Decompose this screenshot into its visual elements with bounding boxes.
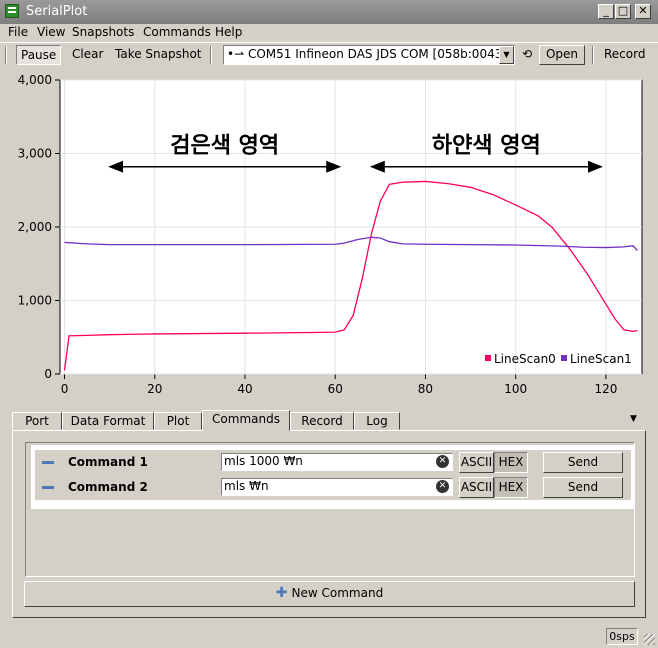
legend-label: LineScan1 xyxy=(570,352,632,366)
new-command-button[interactable]: ✚ New Command xyxy=(24,581,635,607)
record-button[interactable]: Record xyxy=(600,45,649,65)
plus-icon: ✚ xyxy=(275,585,288,601)
resize-grip-icon[interactable] xyxy=(644,634,655,645)
legend-swatch xyxy=(485,355,491,361)
port-value: COM51 Infineon DAS JDS COM [058b:0043] xyxy=(247,47,508,61)
menu-snapshots[interactable]: Snapshots xyxy=(72,25,134,39)
clear-icon[interactable]: ✕ xyxy=(436,480,449,493)
command-input-value: mls ₩n xyxy=(224,479,269,493)
tab-log[interactable]: Log xyxy=(354,412,400,430)
chart-svg: 0 20 40 60 80 100 120 0 1,000 2,000 3,000 4,000 검은색 … xyxy=(18,73,643,396)
command-input-value: mls 1000 ₩n xyxy=(224,454,303,468)
minimize-button[interactable]: _ xyxy=(598,4,614,19)
legend-swatch xyxy=(561,355,567,361)
clear-button[interactable]: Clear xyxy=(68,45,107,65)
take-snapshot-button[interactable]: Take Snapshot xyxy=(111,45,206,65)
tab-commands[interactable]: Commands xyxy=(202,410,290,431)
port-select[interactable]: •⇀ COM51 Infineon DAS JDS COM [058b:0043… xyxy=(223,45,515,65)
x-tick-label: 40 xyxy=(237,382,252,396)
command-input[interactable]: mls 1000 ₩n ✕ xyxy=(221,453,453,471)
menu-help[interactable]: Help xyxy=(215,25,242,39)
y-tick-label: 1,000 xyxy=(18,294,52,308)
maximize-button[interactable]: □ xyxy=(615,4,631,19)
tab-record[interactable]: Record xyxy=(290,412,354,430)
sample-rate: 0sps xyxy=(606,628,638,645)
window-title: SerialPlot xyxy=(26,4,88,19)
x-tick-label: 80 xyxy=(418,382,433,396)
toolbar-grip xyxy=(5,46,7,64)
y-tick-label: 3,000 xyxy=(18,147,52,161)
x-tick-label: 0 xyxy=(61,382,69,396)
command-name: Command 1 xyxy=(68,455,148,469)
open-button[interactable]: Open xyxy=(539,45,585,65)
command-row: Command 1 mls 1000 ₩n ✕ ASCII HEX Send xyxy=(35,450,631,475)
legend-label: LineScan0 xyxy=(494,352,556,366)
pause-button[interactable]: Pause xyxy=(16,45,62,65)
toolbar: Pause Clear Take Snapshot •⇀ COM51 Infin… xyxy=(0,42,658,66)
tab-data-format[interactable]: Data Format xyxy=(62,412,154,430)
toolbar-separator xyxy=(210,46,212,64)
command-name: Command 2 xyxy=(68,480,148,494)
annotation-label: 하얀색 영역 xyxy=(432,134,541,159)
app-icon xyxy=(5,4,19,18)
y-tick-label: 2,000 xyxy=(18,220,52,234)
x-tick-label: 60 xyxy=(328,382,343,396)
ascii-toggle[interactable]: ASCII xyxy=(459,477,494,498)
command-row: Command 2 mls ₩n ✕ ASCII HEX Send xyxy=(35,475,631,500)
x-tick-label: 100 xyxy=(504,382,527,396)
tab-scroll-icon[interactable]: ▼ xyxy=(630,414,637,424)
toolbar-separator-2 xyxy=(592,46,594,64)
y-tick-label: 4,000 xyxy=(18,73,52,87)
menu-commands[interactable]: Commands xyxy=(143,25,211,39)
x-tick-label: 20 xyxy=(147,382,162,396)
menu-bar: File View Snapshots Commands Help xyxy=(0,24,658,42)
plot-area[interactable]: 0 20 40 60 80 100 120 0 1,000 2,000 3,000 4,000 검은색 … xyxy=(0,69,658,409)
tab-port[interactable]: Port xyxy=(12,412,62,430)
hex-toggle[interactable]: HEX xyxy=(494,477,528,498)
menu-file[interactable]: File xyxy=(8,25,28,39)
send-button[interactable]: Send xyxy=(543,477,623,498)
menu-view[interactable]: View xyxy=(37,25,65,39)
x-tick-label: 120 xyxy=(594,382,617,396)
send-button[interactable]: Send xyxy=(543,452,623,473)
y-tick-label: 0 xyxy=(44,367,52,381)
chevron-down-icon[interactable]: ▼ xyxy=(499,46,514,64)
refresh-icon[interactable]: ⟲ xyxy=(518,45,536,65)
annotation-label: 검은색 영역 xyxy=(170,134,279,159)
remove-command-icon[interactable] xyxy=(42,461,54,464)
hex-toggle[interactable]: HEX xyxy=(494,452,528,473)
new-command-label: New Command xyxy=(291,586,384,600)
status-bar: 0sps xyxy=(0,626,658,648)
ascii-toggle[interactable]: ASCII xyxy=(459,452,494,473)
remove-command-icon[interactable] xyxy=(42,486,54,489)
command-input[interactable]: mls ₩n ✕ xyxy=(221,478,453,496)
clear-icon[interactable]: ✕ xyxy=(436,455,449,468)
tab-plot[interactable]: Plot xyxy=(154,412,202,430)
title-bar: SerialPlot _ □ ✕ xyxy=(0,0,658,24)
close-button[interactable]: ✕ xyxy=(635,4,651,19)
usb-icon: •⇀ xyxy=(227,47,245,61)
